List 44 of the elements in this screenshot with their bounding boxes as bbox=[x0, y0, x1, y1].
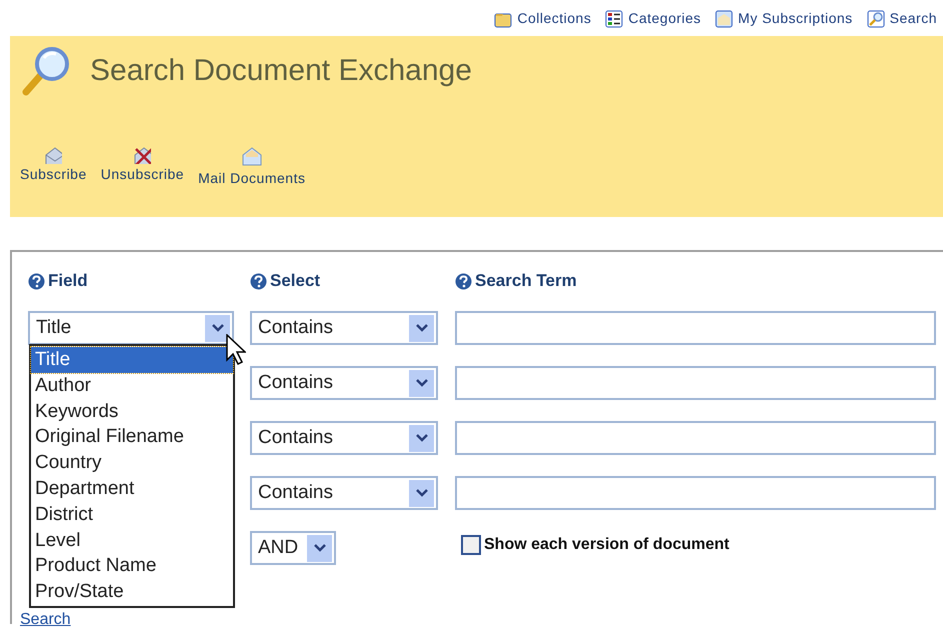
dropdown-option[interactable]: Product Name bbox=[31, 553, 233, 580]
dropdown-option[interactable]: Prov/State bbox=[31, 579, 233, 605]
nav-link[interactable]: Categories bbox=[605, 8, 702, 29]
toolbar-action[interactable]: Unsubscribe bbox=[100, 146, 184, 189]
checkbox-label: Show each version of document bbox=[484, 535, 730, 555]
nav-link[interactable]: Search bbox=[866, 8, 937, 29]
envelope-icon bbox=[715, 10, 734, 28]
dropdown-option[interactable]: Country bbox=[31, 450, 233, 476]
search-term-field[interactable] bbox=[455, 421, 936, 455]
dropdown-option[interactable]: Original Filename bbox=[31, 424, 233, 450]
operator-dropdown[interactable]: Contains bbox=[250, 421, 438, 455]
page-title: Search Document Exchange bbox=[90, 52, 472, 88]
dropdown-option[interactable]: Author bbox=[31, 372, 233, 399]
crossed-envelope-icon bbox=[133, 146, 152, 164]
dropdown-option[interactable]: District bbox=[31, 502, 233, 528]
column-heading: Search Term bbox=[475, 270, 577, 292]
search-term-field[interactable] bbox=[455, 311, 936, 345]
nav-link[interactable]: My Subscriptions bbox=[715, 8, 853, 29]
magnifier-icon bbox=[20, 44, 72, 96]
dropdown-option[interactable]: Title bbox=[31, 347, 233, 373]
search-term-field[interactable] bbox=[455, 366, 936, 400]
mail-icon bbox=[240, 146, 263, 168]
field-dropdown[interactable]: Title bbox=[28, 311, 234, 345]
search-link[interactable]: Search bbox=[20, 608, 71, 632]
toolbar-action[interactable]: Mail Documents bbox=[198, 146, 306, 189]
operator-dropdown[interactable]: Contains bbox=[250, 476, 438, 510]
search-term-field[interactable] bbox=[455, 476, 936, 510]
help-icon[interactable] bbox=[28, 272, 45, 290]
column-heading: Select bbox=[270, 270, 320, 292]
dropdown-option[interactable]: Level bbox=[31, 528, 233, 554]
list-icon bbox=[605, 10, 624, 28]
magnifier-icon bbox=[866, 10, 885, 28]
dropdown-option[interactable]: Keywords bbox=[31, 398, 233, 424]
envelope-icon bbox=[44, 146, 62, 164]
help-icon[interactable] bbox=[250, 272, 267, 290]
nav-link[interactable]: Collections bbox=[494, 8, 592, 29]
operator-dropdown[interactable]: Contains bbox=[250, 311, 438, 345]
operator-dropdown[interactable]: Contains bbox=[250, 366, 438, 400]
toolbar-action[interactable]: Subscribe bbox=[20, 146, 87, 189]
conjunction-dropdown[interactable]: AND bbox=[250, 531, 336, 565]
checkbox[interactable] bbox=[461, 535, 481, 555]
column-heading: Field bbox=[48, 270, 88, 292]
dropdown-option[interactable]: Department bbox=[31, 476, 233, 502]
help-icon[interactable] bbox=[455, 272, 472, 290]
